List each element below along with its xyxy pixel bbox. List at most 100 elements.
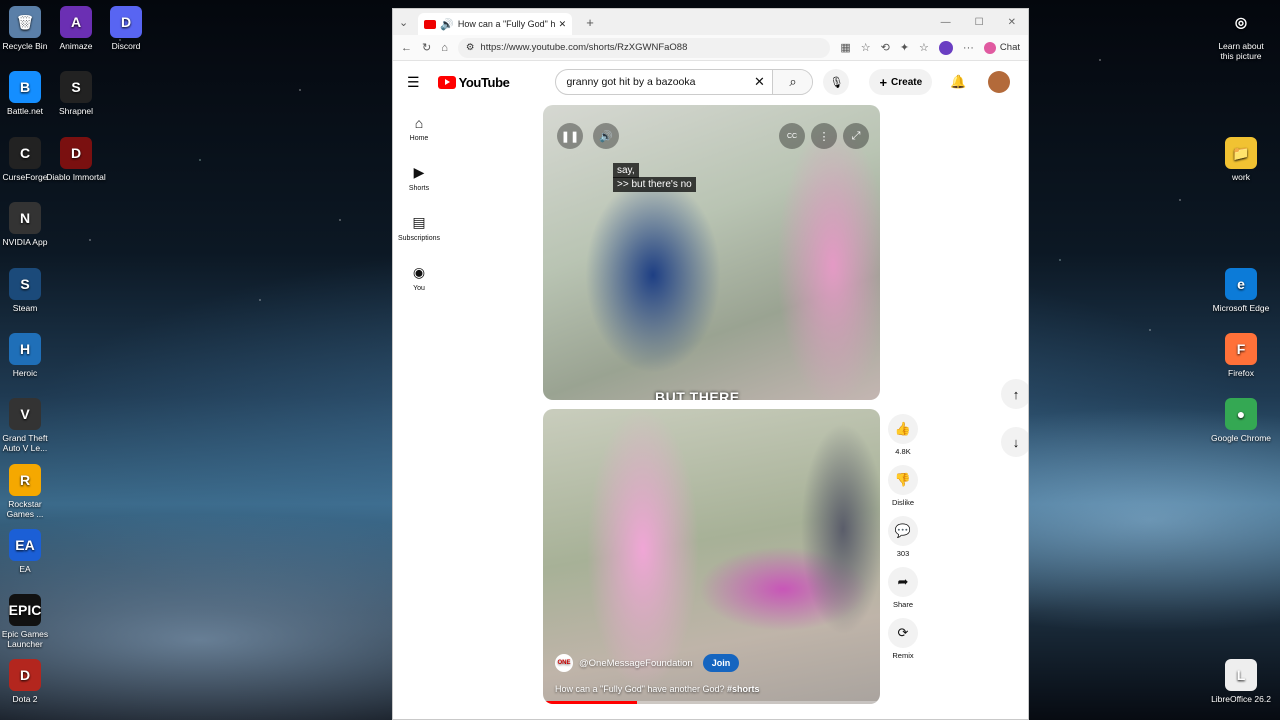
tab-list-chevron-icon[interactable]: ⌄ <box>399 16 408 29</box>
sidebar-item-subscriptions[interactable]: ▤ Subscriptions <box>393 203 445 253</box>
desktop-icon[interactable]: F Firefox <box>1211 333 1271 378</box>
short-actions: 👍 4.8K 👎 Dislike 💬 303 ➦ Share ⟳ Remix <box>881 414 925 669</box>
short-player-previous[interactable]: ❚❚ 🔊 CC ⋮ ⤢ say, >> but there's no BUT T… <box>543 105 880 400</box>
search-box[interactable]: granny got hit by a bazooka ✕ ⌕ <box>555 69 814 95</box>
desktop-icon[interactable]: e Microsoft Edge <box>1211 268 1271 313</box>
app-icon: D <box>110 6 142 38</box>
desktop-icon[interactable]: N NVIDIA App <box>0 202 55 247</box>
search-icon[interactable]: ⌕ <box>772 70 813 94</box>
comments-action[interactable]: 💬 303 <box>881 516 925 558</box>
title-hashtag[interactable]: #shorts <box>727 684 760 694</box>
account-avatar[interactable] <box>988 71 1011 93</box>
desktop-icon[interactable]: EPIC Epic Games Launcher <box>0 594 55 649</box>
back-icon[interactable]: ← <box>401 42 412 54</box>
remix-label: Remix <box>892 651 914 660</box>
desktop-icon-label: Google Chrome <box>1211 433 1272 443</box>
video-progress-fill <box>543 701 638 704</box>
home-icon[interactable]: ⌂ <box>441 42 448 54</box>
captions-icon[interactable]: CC <box>779 123 805 149</box>
channel-avatar[interactable]: ONE <box>555 654 573 672</box>
desktop-icon[interactable]: D Diablo Immortal <box>46 137 106 182</box>
notifications-bell-icon[interactable]: 🔔 <box>950 74 966 90</box>
app-icon: ● <box>1225 398 1257 430</box>
minimize-icon[interactable]: — <box>941 17 951 28</box>
sidebar-item-home[interactable]: ⌂ Home <box>393 103 445 153</box>
hamburger-menu-icon[interactable]: ☰ <box>407 74 420 91</box>
reading-view-icon[interactable]: ▦ <box>840 41 850 54</box>
like-count: 4.8K <box>895 447 911 456</box>
browser-profile-avatar[interactable] <box>938 40 953 55</box>
site-info-icon[interactable]: ⚙ <box>466 42 475 53</box>
desktop-icon[interactable]: ◎ Learn about this picture <box>1211 6 1271 61</box>
desktop-icon[interactable]: R Rockstar Games ... <box>0 464 55 519</box>
like-icon[interactable]: 👍 <box>888 414 918 444</box>
pause-icon[interactable]: ❚❚ <box>557 123 583 149</box>
sidebar-item-label: Shorts <box>408 185 430 192</box>
channel-name[interactable]: @OneMessageFoundation <box>579 658 693 669</box>
desktop-icon[interactable]: H Heroic <box>0 333 55 378</box>
dislike-icon[interactable]: 👎 <box>888 465 918 495</box>
desktop-icon[interactable]: S Shrapnel <box>46 71 106 116</box>
video-progress-bar[interactable] <box>543 701 880 704</box>
desktop-icon[interactable]: D Discord <box>96 6 156 51</box>
speaker-icon[interactable]: 🔊 <box>440 18 454 31</box>
app-icon: F <box>1225 333 1257 365</box>
fullscreen-icon[interactable]: ⤢ <box>843 123 869 149</box>
short-player-current[interactable]: ONE @OneMessageFoundation Join How can a… <box>543 409 880 704</box>
caption-line: >> but there's no <box>613 177 696 192</box>
video-title[interactable]: How can a "Fully God" have another God? … <box>555 684 868 694</box>
share-icon[interactable]: ➦ <box>888 567 918 597</box>
comment-count: 303 <box>896 549 910 558</box>
desktop-icon[interactable]: D Dota 2 <box>0 659 55 704</box>
like-action[interactable]: 👍 4.8K <box>881 414 925 456</box>
remix-icon[interactable]: ⟳ <box>888 618 918 648</box>
dislike-action[interactable]: 👎 Dislike <box>881 465 925 507</box>
home-nav-icon: ⌂ <box>414 114 424 131</box>
desktop-icon[interactable]: V Grand Theft Auto V Le... <box>0 398 55 453</box>
sidebar-item-shorts[interactable]: ▶ Shorts <box>393 153 445 203</box>
comment-icon[interactable]: 💬 <box>888 516 918 546</box>
extensions-puzzle-icon[interactable]: ✦ <box>900 41 909 54</box>
subscriptions-nav-icon: ▤ <box>412 214 426 230</box>
app-icon: H <box>9 333 41 365</box>
copilot-chat-button[interactable]: Chat <box>983 41 1020 54</box>
join-button[interactable]: Join <box>702 654 740 672</box>
close-tab-icon[interactable]: ✕ <box>559 19 567 30</box>
share-action[interactable]: ➦ Share <box>881 567 925 609</box>
favorite-star-icon[interactable]: ☆ <box>861 41 871 54</box>
more-menu-icon[interactable]: ··· <box>963 42 974 54</box>
desktop-icon[interactable]: L LibreOffice 26.2 <box>1211 659 1271 704</box>
dislike-label: Dislike <box>891 498 915 507</box>
browser-tab[interactable]: 🔊 How can a "Fully God" have another God… <box>418 13 573 35</box>
create-button[interactable]: + Create <box>869 69 933 95</box>
extension-icon[interactable]: ⟲ <box>881 41 890 54</box>
desktop-icon[interactable]: 📁 work <box>1211 137 1271 182</box>
app-icon: D <box>9 659 41 691</box>
window-controls: — ☐ ✕ <box>941 17 1028 28</box>
desktop-icon[interactable]: EA EA <box>0 529 55 574</box>
chat-label: Chat <box>999 42 1020 53</box>
maximize-icon[interactable]: ☐ <box>975 17 984 28</box>
desktop-icon-label: LibreOffice 26.2 <box>1211 694 1271 704</box>
close-window-icon[interactable]: ✕ <box>1008 17 1016 28</box>
more-options-icon[interactable]: ⋮ <box>811 123 837 149</box>
desktop-icon[interactable]: S Steam <box>0 268 55 313</box>
previous-short-arrow-icon[interactable]: ↑ <box>1001 379 1028 409</box>
desktop-icon-label: Rockstar Games ... <box>6 499 44 519</box>
sidebar-item-you[interactable]: ◉ You <box>393 253 445 303</box>
app-icon: R <box>9 464 41 496</box>
url-field[interactable]: ⚙ https://www.youtube.com/shorts/RzXGWNF… <box>457 37 831 58</box>
clear-search-icon[interactable]: ✕ <box>746 74 772 90</box>
new-tab-icon[interactable]: + <box>586 15 594 30</box>
microphone-icon[interactable]: 🎙 <box>823 69 850 95</box>
youtube-logo[interactable]: YouTube <box>437 74 510 90</box>
search-input[interactable]: granny got hit by a bazooka <box>556 76 746 88</box>
remix-action[interactable]: ⟳ Remix <box>881 618 925 660</box>
favorites-icon[interactable]: ☆ <box>919 41 929 54</box>
volume-icon[interactable]: 🔊 <box>593 123 619 149</box>
refresh-icon[interactable]: ↻ <box>422 41 431 54</box>
desktop-icon[interactable]: ● Google Chrome <box>1211 398 1271 443</box>
youtube-logo-text: YouTube <box>458 74 510 90</box>
next-short-arrow-icon[interactable]: ↓ <box>1001 427 1028 457</box>
app-icon: EA <box>9 529 41 561</box>
